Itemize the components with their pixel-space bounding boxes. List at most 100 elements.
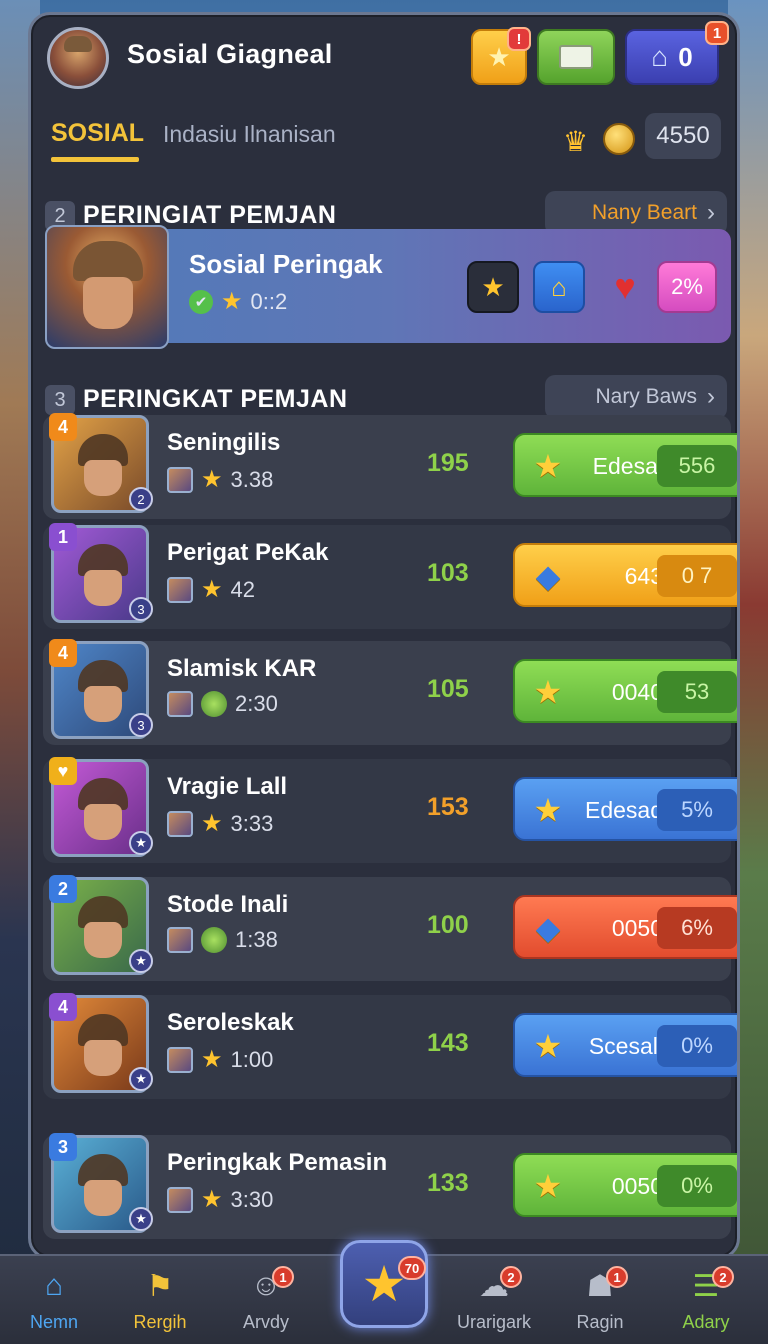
player-name: Vragie Lall xyxy=(167,773,288,800)
action-label: Scesall xyxy=(588,1033,663,1059)
mini-avatar-icon xyxy=(167,466,193,493)
player-action-button[interactable]: ★ Edesad 5% xyxy=(513,777,737,841)
player-stat: 1:00 xyxy=(230,1046,274,1072)
tab-indasiu[interactable]: Indasiu Ilnanisan xyxy=(163,121,336,148)
home-button[interactable]: ⌂ 0 1 xyxy=(625,21,729,85)
home-icon: ⌂ xyxy=(551,271,567,302)
star-icon: ★ xyxy=(201,576,223,603)
rank-badge: 2 xyxy=(49,875,77,903)
action-value: 6% xyxy=(657,907,737,949)
check-icon: ✔ xyxy=(189,289,213,314)
orb-icon xyxy=(201,927,227,953)
profile-avatar[interactable] xyxy=(47,27,109,89)
action-label: 643 xyxy=(624,563,663,589)
star-icon: ★ xyxy=(533,1168,563,1204)
player-info: 2:30 xyxy=(167,691,278,717)
player-score: 153 xyxy=(427,793,469,821)
section-number: 3 xyxy=(45,385,75,415)
player-action-button[interactable]: ◆ 643 0 7 xyxy=(513,543,737,607)
player-row[interactable]: 4 ★ Seroleskak ★ 1:00 143 ★ Scesall 0% xyxy=(43,993,737,1099)
player-score: 105 xyxy=(427,675,469,703)
center-star-button[interactable]: ★ xyxy=(340,1240,428,1328)
rank-badge: 3 xyxy=(49,1133,77,1161)
nav-item-nemn[interactable]: ⌂ Nemn xyxy=(4,1266,104,1344)
player-name: Peringkak Pemasin xyxy=(167,1149,388,1176)
player-score: 133 xyxy=(427,1169,469,1197)
player-stat: 3:30 xyxy=(230,1186,274,1212)
player-row[interactable]: 2 ★ Stode Inali 1:38 100 ◆ 0050 6% xyxy=(43,875,737,981)
star-icon: ★ xyxy=(201,810,223,837)
mini-avatar-icon xyxy=(167,576,193,603)
player-action-button[interactable]: ★ 0040 53 xyxy=(513,659,737,723)
player-action-button[interactable]: ★ 0050 0% xyxy=(513,1153,737,1217)
player-action-button[interactable]: ★ Scesall 0% xyxy=(513,1013,737,1077)
star-button[interactable]: ★ xyxy=(467,261,519,313)
player-info: 1:38 xyxy=(167,927,278,953)
crown-icon: ♛ xyxy=(563,126,589,157)
nav-label: Urarigark xyxy=(456,1312,531,1332)
mini-avatar-icon xyxy=(167,1046,193,1073)
nav-item-arvdy[interactable]: ☺ Arvdy 1 xyxy=(216,1266,316,1344)
player-name: Perigat PeKak xyxy=(167,539,329,566)
header: Sosial Giagneal ★ ! ⌂ 0 1 xyxy=(31,15,737,105)
player-score: 195 xyxy=(427,449,469,477)
nav-item-ragin[interactable]: ☗ Ragin 1 xyxy=(550,1266,650,1344)
player-row[interactable]: 4 3 Slamisk KAR 2:30 105 ★ 0040 53 xyxy=(43,639,737,745)
player-stat: 3.38 xyxy=(230,466,274,492)
mini-avatar-icon xyxy=(167,927,193,953)
home-icon: ⌂ xyxy=(44,1269,64,1302)
leaderboard-panel: Sosial Giagneal ★ ! ⌂ 0 1 SOSIAL Indasiu… xyxy=(28,12,740,1260)
tab-bar: SOSIAL Indasiu Ilnanisan ♛ 4550 xyxy=(31,107,737,173)
star-icon: ★ xyxy=(533,448,563,484)
player-row[interactable]: ♥ ★ Vragie Lall ★ 3:33 153 ★ Edesad 5% xyxy=(43,757,737,863)
featured-stats: ✔ ★ 0::2 xyxy=(189,287,287,316)
action-label: 0050 xyxy=(611,1173,663,1199)
player-row[interactable]: 4 2 Seningilis ★ 3.38 195 ★ Edesal 556 xyxy=(43,413,737,519)
rank-badge: ♥ xyxy=(49,757,77,785)
chevron-right-icon: › xyxy=(707,199,715,226)
player-info: ★ 3:33 xyxy=(167,809,273,838)
star-icon: ★ xyxy=(533,1028,563,1064)
section-title: PERINGKAT PEMJAN xyxy=(83,385,348,413)
active-tab-indicator xyxy=(51,157,139,162)
player-score: 143 xyxy=(427,1029,469,1057)
level-badge: ★ xyxy=(129,831,153,855)
featured-card[interactable]: Sosial Peringak ✔ ★ 0::2 ★ ⌂ ♥ 2% xyxy=(45,225,731,349)
nav-item-urarigark[interactable]: ☁ Urarigark 2 xyxy=(444,1266,544,1344)
level-badge: 2 xyxy=(129,487,153,511)
nav-label: Ragin xyxy=(576,1312,624,1332)
player-row[interactable]: 1 3 Perigat PeKak ★ 42 103 ◆ 643 0 7 xyxy=(43,523,737,629)
tab-sosial[interactable]: SOSIAL xyxy=(51,119,144,148)
percent-button[interactable]: 2% xyxy=(657,261,717,313)
player-score: 103 xyxy=(427,559,469,587)
star-icon: ★ xyxy=(533,674,563,710)
box-icon xyxy=(559,45,593,69)
star-icon: ★ xyxy=(533,792,563,828)
heart-button[interactable]: ♥ xyxy=(599,261,651,313)
chevron-right-icon: › xyxy=(707,383,715,410)
nav-label: Adary xyxy=(682,1312,730,1332)
mini-avatar-icon xyxy=(167,1186,193,1213)
inventory-button[interactable] xyxy=(537,29,615,85)
player-action-button[interactable]: ★ Edesal 556 xyxy=(513,433,737,497)
nav-item-adary[interactable]: ☰ Adary 2 xyxy=(656,1266,756,1344)
player-name: Stode Inali xyxy=(167,891,289,918)
action-label: 0050 xyxy=(611,915,663,941)
nav-item-rergih[interactable]: ⚑ Rergih xyxy=(110,1266,210,1344)
diamond-icon: ◆ xyxy=(535,558,561,594)
section-action-button[interactable]: Nary Baws › xyxy=(545,375,727,419)
flag-icon: ⚑ xyxy=(146,1269,174,1303)
nav-badge: 2 xyxy=(712,1266,734,1288)
star-icon: ★ xyxy=(221,288,243,315)
player-row[interactable]: 3 ★ Peringkak Pemasin ★ 3:30 133 ★ 0050 0% xyxy=(43,1133,737,1239)
action-value: 5% xyxy=(657,789,737,831)
heart-icon: ♥ xyxy=(614,266,636,307)
featured-portrait xyxy=(45,225,169,349)
home-button[interactable]: ⌂ xyxy=(533,261,585,313)
player-score: 100 xyxy=(427,911,469,939)
player-info: ★ 42 xyxy=(167,575,255,604)
favorites-button[interactable]: ★ ! xyxy=(471,27,531,85)
player-action-button[interactable]: ◆ 0050 6% xyxy=(513,895,737,959)
coin-icon xyxy=(603,123,635,155)
rank-badge: 1 xyxy=(49,523,77,551)
